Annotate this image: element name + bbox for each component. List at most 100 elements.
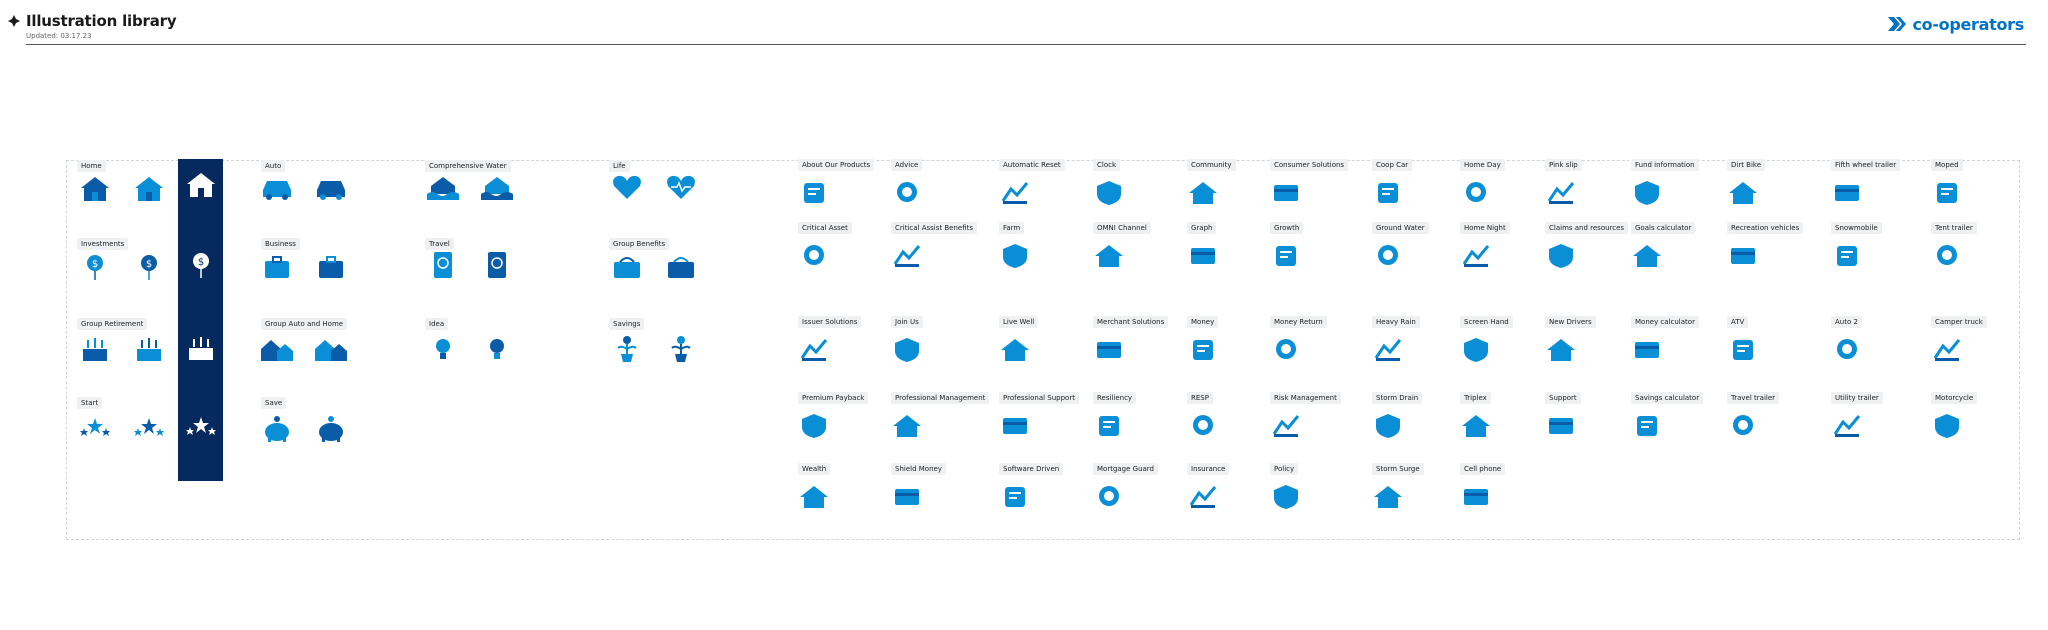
- cake-icon: [83, 338, 107, 361]
- illustration-icon: [1097, 181, 1121, 205]
- page-title: Illustration library: [26, 12, 177, 30]
- grid-label: OMNI Channel: [1093, 222, 1151, 234]
- illustration-icon: [1097, 342, 1121, 358]
- grid-label: RESP: [1187, 392, 1213, 404]
- bag-icon: [668, 257, 694, 278]
- icon-pair-comprehensive-water: [425, 172, 515, 202]
- illustration-icon: [1274, 485, 1298, 509]
- illustration-icon: [1374, 339, 1402, 361]
- car-icon: [263, 181, 291, 200]
- illustration-icon: [893, 245, 921, 267]
- grid-label: Issuer Solutions: [798, 316, 862, 328]
- label-start: Start: [77, 397, 103, 409]
- grid-label: Screen Hand: [1460, 316, 1513, 328]
- grid-label: Snowmobile: [1831, 222, 1882, 234]
- icon-pair-group-benefits: [609, 252, 699, 282]
- illustration-icon: [1733, 415, 1753, 435]
- grid-label: Motorcycle: [1931, 392, 1978, 404]
- grid-label: Storm Drain: [1372, 392, 1423, 404]
- grid-label: Moped: [1931, 159, 1963, 171]
- illustration-icon: [1003, 418, 1027, 434]
- icon-pair-group-retirement: [77, 334, 167, 364]
- lightbulb-icon: [490, 339, 504, 359]
- grid-label: Tent trailer: [1931, 222, 1977, 234]
- grid-label: Home Night: [1460, 222, 1510, 234]
- icon-pair-business: [259, 252, 349, 282]
- grid-label: Clock: [1093, 159, 1121, 171]
- house-icon: [187, 173, 215, 197]
- illustration-icon: [1276, 339, 1296, 359]
- heart-icon: [667, 175, 695, 199]
- bag-icon: [614, 257, 640, 278]
- updated-date: Updated: 03.17.23: [26, 32, 92, 40]
- plant-money-icon: [617, 336, 637, 362]
- illustration-icon: [804, 245, 824, 265]
- illustration-icon: [1001, 182, 1029, 204]
- grid-label: Camper truck: [1931, 316, 1987, 328]
- illustration-icon: [1095, 245, 1123, 267]
- illustration-icon: [1937, 183, 1957, 203]
- grid-label: ATV: [1727, 316, 1749, 328]
- illustration-icon: [1637, 416, 1657, 436]
- illustration-icon: [1547, 339, 1575, 361]
- illustration-icon: [800, 339, 828, 361]
- grid-label: Ground Water: [1372, 222, 1429, 234]
- money-balloon-icon: $: [193, 253, 209, 278]
- icon-pair-save: [259, 414, 349, 444]
- illustration-icon: [1549, 418, 1573, 434]
- illustration-icon: [1189, 486, 1217, 508]
- label-home: Home: [77, 160, 106, 172]
- money-balloon-icon: $: [141, 255, 157, 280]
- illustration-icon: [1933, 339, 1961, 361]
- grid-label: Merchant Solutions: [1093, 316, 1169, 328]
- svg-text:$: $: [92, 259, 98, 270]
- icon-pair-travel: [425, 250, 515, 280]
- illustration-icon: [1935, 414, 1959, 438]
- cake-icon: [137, 338, 161, 361]
- grid-label: Advice: [891, 159, 923, 171]
- grid-label: Recreation vehicles: [1727, 222, 1804, 234]
- grid-label: Claims and resources: [1545, 222, 1629, 234]
- label-group-auto-home: Group Auto and Home: [261, 318, 348, 330]
- grid-label: Support: [1545, 392, 1581, 404]
- grid-label: Graph: [1187, 222, 1217, 234]
- label-group-benefits: Group Benefits: [609, 238, 670, 250]
- illustration-icon: [895, 489, 919, 505]
- grid-label: About Our Products: [798, 159, 875, 171]
- grid-label: Pink slip: [1545, 159, 1582, 171]
- grid-label: Fund information: [1631, 159, 1699, 171]
- illustration-icon: [1189, 182, 1217, 204]
- grid-label: Money: [1187, 316, 1219, 328]
- illustration-icon: [1274, 185, 1298, 201]
- illustration-icon: [1464, 338, 1488, 362]
- illustration-icon: [897, 182, 917, 202]
- illustration-icon: [1733, 340, 1753, 360]
- stars-icon: [186, 417, 216, 435]
- grid-label: Critical Assist Benefits: [891, 222, 978, 234]
- label-investments: Investments: [77, 238, 129, 250]
- piggy-bank-icon: [265, 416, 289, 442]
- illustration-icon: [1462, 415, 1490, 437]
- money-balloon-icon: $: [87, 255, 103, 280]
- illustration-icon: [1547, 182, 1575, 204]
- grid-label: Auto 2: [1831, 316, 1862, 328]
- piggy-bank-icon: [319, 416, 343, 442]
- grid-label: Community: [1187, 159, 1236, 171]
- grid-label: Coop Car: [1372, 159, 1413, 171]
- houses-icon: [261, 340, 293, 361]
- illustration-icon: [1276, 246, 1296, 266]
- illustration-icon: [800, 486, 828, 508]
- illustration-icon: [1378, 183, 1398, 203]
- lightbulb-icon: [436, 339, 450, 359]
- briefcase-icon: [265, 256, 289, 278]
- illustration-icon: [1099, 416, 1119, 436]
- illustration-icon: [1001, 339, 1029, 361]
- icon-pair-idea: [425, 334, 515, 364]
- grid-label: Dirt Bike: [1727, 159, 1766, 171]
- illustration-icon: [1549, 244, 1573, 268]
- grid-label: Mortgage Guard: [1093, 463, 1159, 475]
- illustration-icon: [1466, 182, 1486, 202]
- illustration-icon: [1937, 245, 1957, 265]
- grid-label: Farm: [999, 222, 1025, 234]
- illustration-icon: [1193, 340, 1213, 360]
